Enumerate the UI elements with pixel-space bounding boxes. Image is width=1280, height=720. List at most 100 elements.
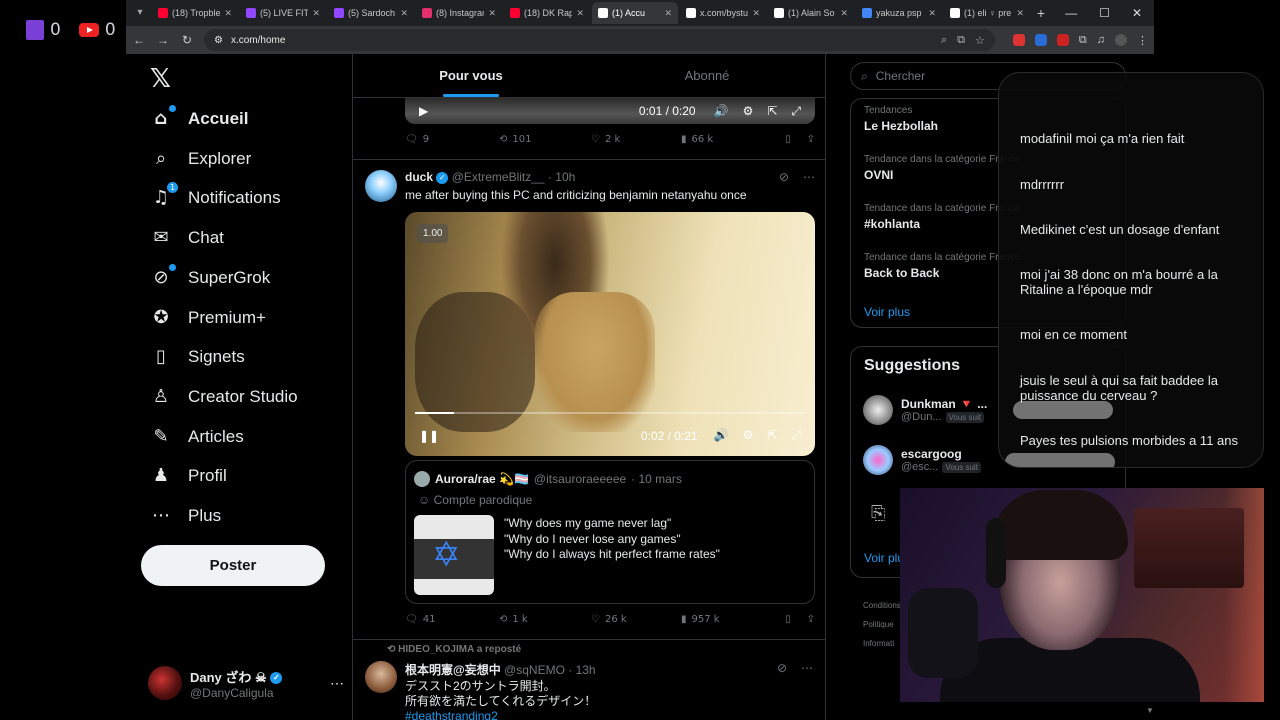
close-tab-icon[interactable]: ✕ bbox=[224, 8, 232, 19]
see-more-link[interactable]: Voir plus bbox=[864, 305, 910, 319]
settings-icon[interactable]: ⚙ bbox=[743, 104, 754, 119]
close-tab-icon[interactable]: ✕ bbox=[928, 8, 936, 19]
nav-item-premium[interactable]: ✪ Premium+ bbox=[150, 307, 265, 328]
youtube-extension-icon[interactable] bbox=[1056, 34, 1069, 46]
nav-item-notifications[interactable]: ♫ 1 Notifications bbox=[150, 182, 281, 208]
tweet[interactable]: duck ✓ @ExtremeBlitz__ · 10h ⊘ ⋯ me afte… bbox=[353, 159, 825, 639]
more-dots-icon[interactable]: ⋯ bbox=[801, 661, 813, 675]
repost-button[interactable]: ⟲ 1 k bbox=[499, 614, 591, 625]
new-tab-button[interactable]: + bbox=[1032, 5, 1050, 21]
nav-item-supergrok[interactable]: ⊘ SuperGrok bbox=[150, 264, 270, 288]
like-button[interactable]: ♡ 2 k bbox=[591, 134, 681, 145]
close-window-icon[interactable]: ✕ bbox=[1132, 6, 1142, 20]
close-tab-icon[interactable]: ✕ bbox=[664, 8, 672, 19]
volume-icon[interactable]: 🔊 bbox=[714, 104, 729, 119]
browser-tab[interactable]: x.com/bystu ✕ bbox=[680, 2, 766, 24]
nav-item-articles[interactable]: ✎ Articles bbox=[150, 426, 243, 447]
share-icon[interactable]: ⇪ bbox=[807, 134, 815, 145]
author-name[interactable]: duck bbox=[405, 170, 433, 184]
nav-item-creator-studio[interactable]: ♙ Creator Studio bbox=[150, 386, 298, 407]
trend-item[interactable]: Tendances Le Hezbollah bbox=[864, 105, 938, 133]
back-icon[interactable]: ← bbox=[132, 33, 146, 47]
pause-icon[interactable]: ❚❚ bbox=[419, 429, 439, 443]
nav-item-chat[interactable]: ✉ Chat bbox=[150, 227, 223, 248]
browser-tab[interactable]: (8) Instagram ✕ bbox=[416, 2, 502, 24]
post-button[interactable]: Poster bbox=[141, 545, 325, 586]
play-icon[interactable]: ▶ bbox=[419, 104, 428, 118]
extensions-puzzle-icon[interactable]: ⧉ bbox=[1079, 34, 1087, 47]
quoted-tweet[interactable]: Aurora/rae 💫🏳️‍⚧️ @itsauroraeeeee · 10 m… bbox=[405, 460, 815, 604]
zoom-icon[interactable]: ⌕ bbox=[941, 34, 947, 47]
site-info-icon[interactable]: ⚙ bbox=[214, 35, 223, 46]
reply-button[interactable]: 🗨 41 bbox=[405, 614, 499, 625]
post-time[interactable]: · 13h bbox=[568, 663, 595, 677]
quote-image[interactable] bbox=[414, 515, 494, 595]
browser-tab[interactable]: (5) LIVE FITT✕ bbox=[240, 2, 326, 24]
browser-tab[interactable]: yakuza psp ✕ bbox=[856, 2, 942, 24]
popout-icon[interactable]: ⇱ bbox=[767, 428, 777, 443]
more-dots-icon[interactable]: ⋯ bbox=[330, 675, 344, 692]
reply-button[interactable]: 🗨 9 bbox=[405, 134, 499, 145]
tab-for-you[interactable]: Pour vous bbox=[353, 54, 589, 97]
more-dots-icon[interactable]: ⋯ bbox=[803, 170, 815, 184]
author-handle[interactable]: @sqNEMO bbox=[504, 663, 565, 677]
tab-search-chevron-icon[interactable]: ▾ bbox=[130, 4, 150, 22]
bookmark-icon[interactable]: ▯ bbox=[785, 614, 791, 625]
nav-item-plus[interactable]: ⋯ Plus bbox=[150, 505, 221, 526]
tweet-video[interactable]: 1.00 ❚❚ 0:02 / 0:21 🔊 ⚙ ⇱ ⤢ bbox=[405, 212, 815, 456]
footer-link[interactable]: Politique bbox=[863, 615, 901, 634]
nav-item-explorer[interactable]: ⌕ Explorer bbox=[150, 148, 251, 169]
avatar[interactable] bbox=[365, 661, 397, 693]
forward-icon[interactable]: → bbox=[156, 33, 170, 47]
x-logo-icon[interactable]: 𝕏 bbox=[150, 64, 171, 94]
hashtag-link[interactable]: #deathstranding2 bbox=[405, 709, 596, 720]
scroll-down-arrow-icon[interactable]: ▼ bbox=[1146, 706, 1154, 715]
close-tab-icon[interactable]: ✕ bbox=[1016, 8, 1024, 19]
nav-item-profil[interactable]: ♟ Profil bbox=[150, 465, 227, 486]
trend-item[interactable]: Tendance dans la catégorie France OVNI bbox=[864, 154, 1020, 182]
grok-icon[interactable]: ⊘ bbox=[779, 170, 789, 184]
translate-icon[interactable]: ⎘ bbox=[871, 503, 885, 524]
trend-item[interactable]: Tendance dans la catégorie France Back to… bbox=[864, 252, 1020, 280]
author-handle[interactable]: @ExtremeBlitz__ bbox=[452, 170, 545, 184]
pdf-extension-icon[interactable] bbox=[1012, 34, 1025, 46]
profile-avatar-icon[interactable] bbox=[1115, 34, 1127, 46]
close-tab-icon[interactable]: ✕ bbox=[400, 8, 408, 19]
popout-icon[interactable]: ⇱ bbox=[767, 104, 777, 119]
browser-tab[interactable]: (5) Sardoch ✕ bbox=[328, 2, 414, 24]
like-button[interactable]: ♡ 26 k bbox=[591, 614, 681, 625]
suggestion-item[interactable]: Dunkman 🔻 ... @Dun... Vous suit bbox=[863, 395, 987, 425]
browser-tab[interactable]: (1) eli ♀ pre ✕ bbox=[944, 2, 1030, 24]
grok-icon[interactable]: ⊘ bbox=[777, 661, 787, 675]
browser-tab[interactable]: (18) DK Rap ✕ bbox=[504, 2, 590, 24]
trend-item[interactable]: Tendance dans la catégorie France #kohlan… bbox=[864, 203, 1020, 231]
reload-icon[interactable]: ↻ bbox=[180, 33, 194, 47]
close-tab-icon[interactable]: ✕ bbox=[312, 8, 320, 19]
close-tab-icon[interactable]: ✕ bbox=[840, 8, 848, 19]
fullscreen-icon[interactable]: ⤢ bbox=[791, 104, 801, 119]
footer-link[interactable]: Conditions bbox=[863, 596, 901, 615]
views-button[interactable]: ▮ 66 k bbox=[681, 134, 767, 145]
media-control-icon[interactable]: ♫ bbox=[1097, 34, 1105, 46]
suggestion-item[interactable]: escargoog @esc... Vous suit bbox=[863, 445, 981, 475]
close-tab-icon[interactable]: ✕ bbox=[576, 8, 584, 19]
close-tab-icon[interactable]: ✕ bbox=[488, 8, 496, 19]
video-progress-bar[interactable] bbox=[415, 412, 805, 414]
minimize-icon[interactable]: — bbox=[1065, 6, 1077, 20]
browser-tab[interactable]: (18) Tropble ✕ bbox=[152, 2, 238, 24]
maximize-icon[interactable]: ☐ bbox=[1099, 6, 1110, 20]
translate-extension-icon[interactable] bbox=[1034, 34, 1047, 46]
install-app-icon[interactable]: ⧉ bbox=[957, 34, 965, 47]
account-switcher[interactable]: Dany ざわ ☠ ✓ @DanyCaligula ⋯ bbox=[148, 666, 344, 700]
tab-following[interactable]: Abonné bbox=[589, 54, 825, 97]
volume-icon[interactable]: 🔊 bbox=[714, 428, 729, 443]
share-icon[interactable]: ⇪ bbox=[807, 614, 815, 625]
bookmark-star-icon[interactable]: ☆ bbox=[975, 34, 985, 47]
fullscreen-icon[interactable]: ⤢ bbox=[791, 428, 801, 443]
browser-tab[interactable]: (1) Accu ✕ bbox=[592, 2, 678, 24]
repost-button[interactable]: ⟲ 101 bbox=[499, 134, 591, 145]
browser-menu-icon[interactable]: ⋮ bbox=[1137, 34, 1148, 47]
close-tab-icon[interactable]: ✕ bbox=[752, 8, 760, 19]
browser-tab[interactable]: (1) Alain So ✕ bbox=[768, 2, 854, 24]
bookmark-icon[interactable]: ▯ bbox=[785, 134, 791, 145]
